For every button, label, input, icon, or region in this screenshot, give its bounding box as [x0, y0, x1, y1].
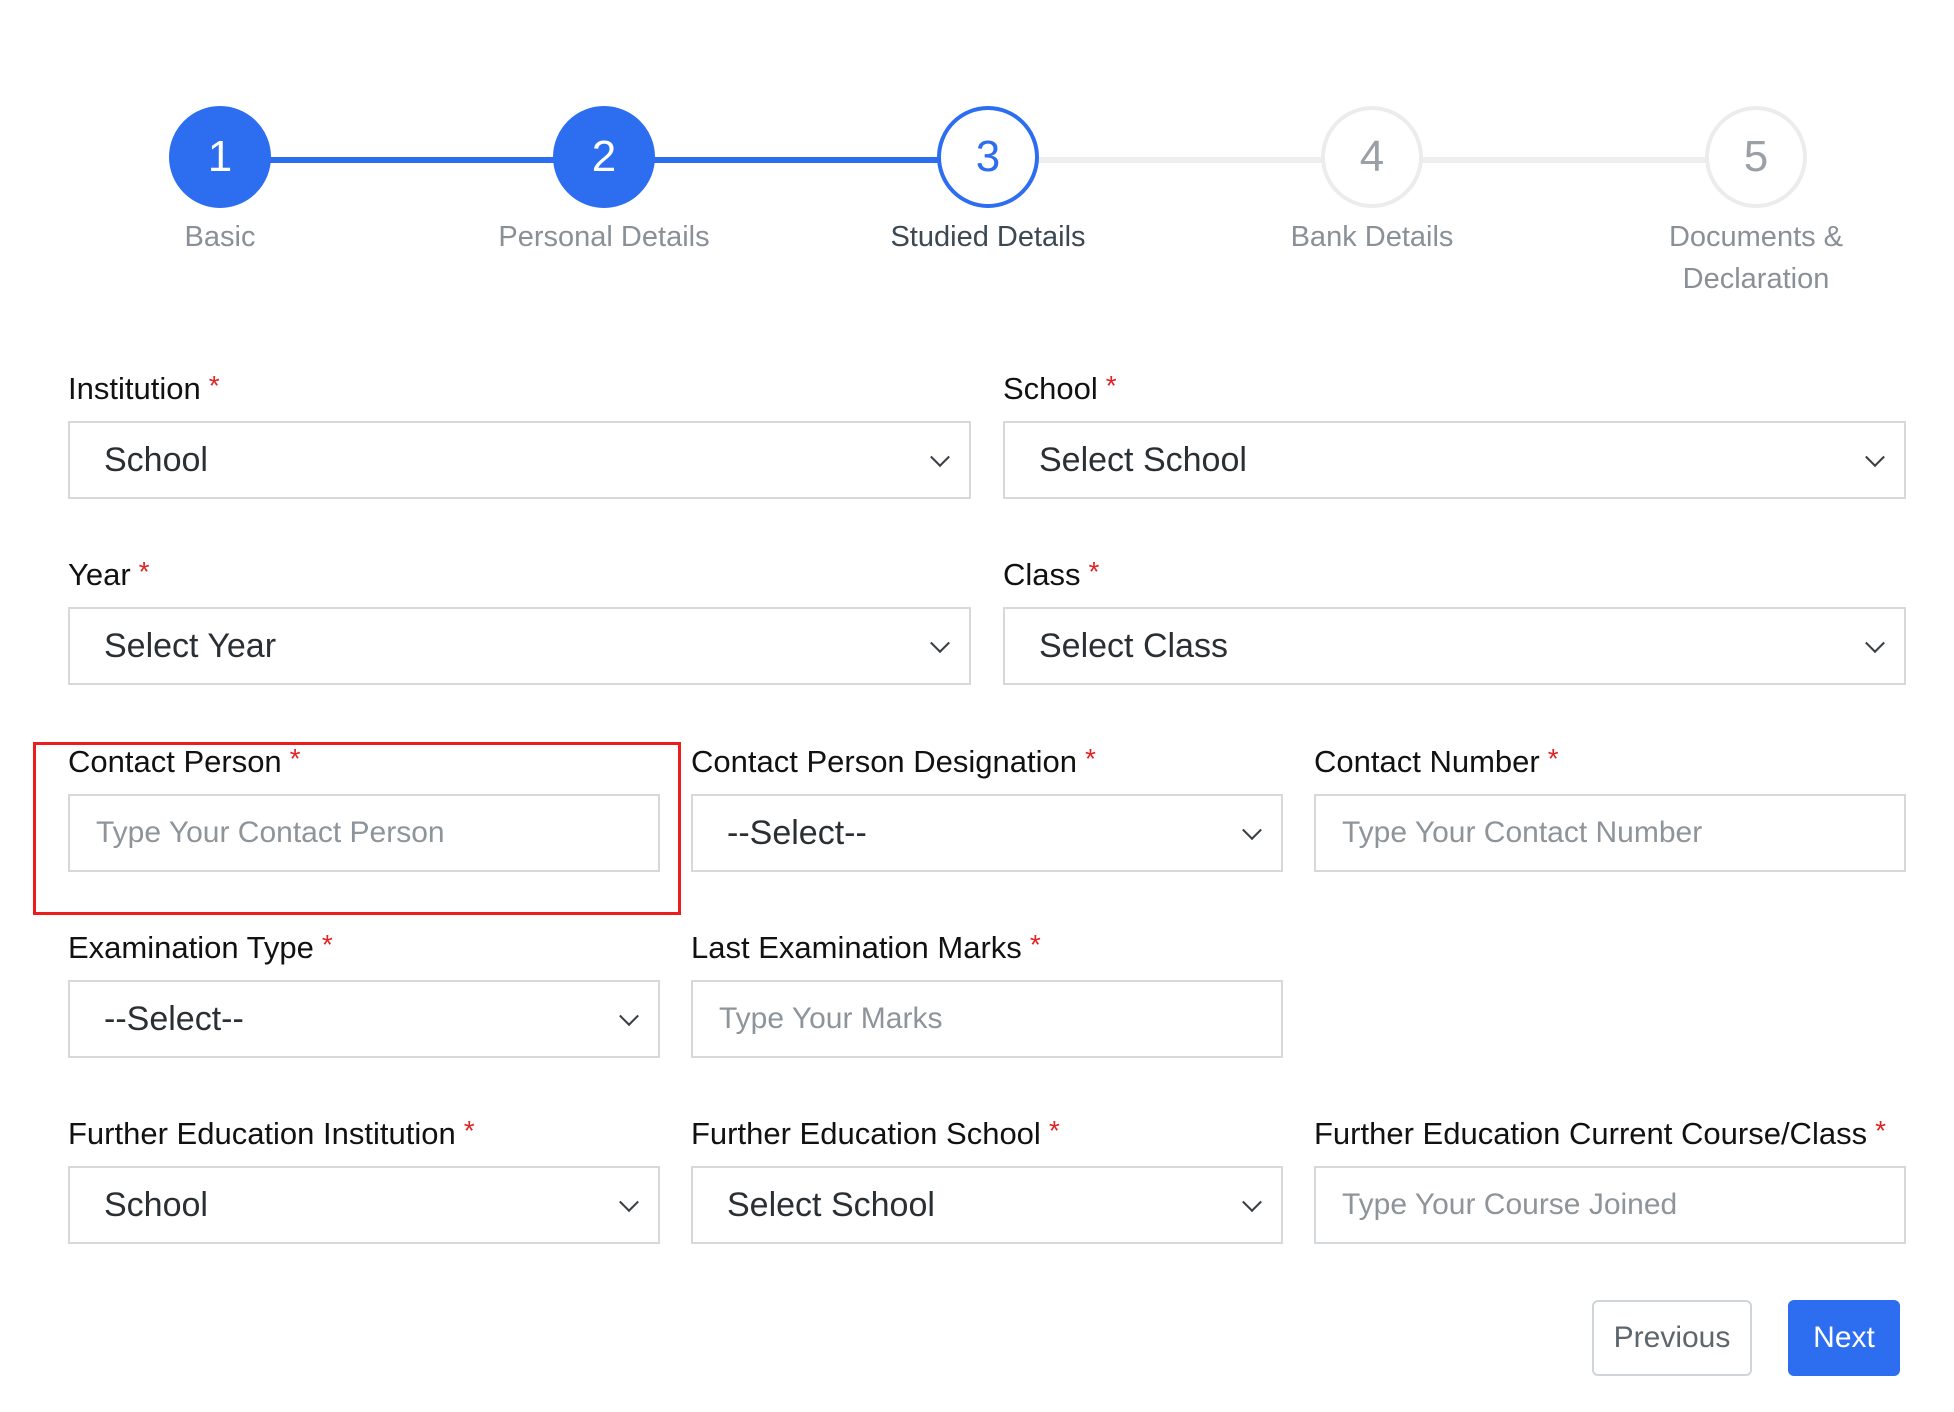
required-marker: * [1029, 929, 1041, 960]
chevron-down-icon [1242, 1192, 1262, 1213]
further-education-institution-select-value: School [104, 1185, 208, 1224]
step-number: 1 [169, 106, 271, 208]
school-select-value: Select School [1039, 440, 1247, 479]
contact-number-field: Contact Number * [1314, 742, 1906, 877]
school-select[interactable]: Select School [1003, 421, 1906, 499]
school-field: School * Select School [1003, 369, 1906, 504]
contact-number-input[interactable] [1314, 794, 1906, 872]
school-label: School * [1003, 370, 1117, 406]
further-education-school-select[interactable]: Select School [691, 1166, 1283, 1244]
further-education-course-label: Further Education Current Course/Class * [1314, 1115, 1886, 1151]
chevron-down-icon [619, 1192, 639, 1213]
chevron-down-icon [1865, 633, 1885, 654]
contact-person-designation-field: Contact Person Designation * --Select-- [691, 742, 1283, 877]
contact-person-input[interactable] [68, 794, 660, 872]
next-button[interactable]: Next [1788, 1300, 1900, 1376]
chevron-down-icon [1242, 820, 1262, 841]
examination-type-select[interactable]: --Select-- [68, 980, 660, 1058]
year-select[interactable]: Select Year [68, 607, 971, 685]
further-education-school-field: Further Education School * Select School [691, 1114, 1283, 1249]
required-marker: * [1048, 1115, 1060, 1146]
class-select-value: Select Class [1039, 626, 1228, 665]
contact-person-designation-select[interactable]: --Select-- [691, 794, 1283, 872]
class-field: Class * Select Class [1003, 555, 1906, 690]
step-bank-details[interactable]: 4 Bank Details [1182, 106, 1562, 258]
step-label: Documents & Declaration [1668, 221, 1844, 295]
required-marker: * [1105, 370, 1117, 401]
step-studied-details[interactable]: 3 Studied Details [798, 106, 1178, 258]
contact-person-designation-select-value: --Select-- [727, 813, 867, 852]
examination-type-select-value: --Select-- [104, 999, 244, 1038]
chevron-down-icon [930, 447, 950, 468]
required-marker: * [463, 1115, 475, 1146]
last-examination-marks-field: Last Examination Marks * [691, 928, 1283, 1063]
step-label: Basic [184, 221, 256, 253]
chevron-down-icon [930, 633, 950, 654]
institution-field: Institution * School [68, 369, 971, 504]
step-number: 2 [553, 106, 655, 208]
required-marker: * [289, 743, 301, 774]
contact-person-designation-label: Contact Person Designation * [691, 743, 1096, 779]
required-marker: * [1085, 743, 1096, 774]
further-education-institution-label: Further Education Institution * [68, 1115, 475, 1151]
further-education-institution-field: Further Education Institution * School [68, 1114, 660, 1249]
chevron-down-icon [619, 1006, 639, 1027]
institution-select[interactable]: School [68, 421, 971, 499]
chevron-down-icon [1865, 447, 1885, 468]
last-examination-marks-input[interactable] [691, 980, 1283, 1058]
year-field: Year * Select Year [68, 555, 971, 690]
step-label: Personal Details [498, 221, 710, 253]
required-marker: * [1547, 743, 1559, 774]
year-label: Year * [68, 556, 150, 592]
step-number: 3 [937, 106, 1039, 208]
step-documents-declaration[interactable]: 5 Documents & Declaration [1636, 106, 1876, 300]
further-education-school-select-value: Select School [727, 1185, 935, 1224]
required-marker: * [1088, 556, 1100, 587]
required-marker: * [138, 556, 150, 587]
examination-type-label: Examination Type * [68, 929, 333, 965]
further-education-course-field: Further Education Current Course/Class * [1314, 1114, 1906, 1249]
last-examination-marks-label: Last Examination Marks * [691, 929, 1041, 965]
step-label: Studied Details [890, 221, 1086, 253]
required-marker: * [1875, 1115, 1886, 1146]
step-number: 4 [1321, 106, 1423, 208]
further-education-school-label: Further Education School * [691, 1115, 1060, 1151]
year-select-value: Select Year [104, 626, 277, 665]
step-basic[interactable]: 1 Basic [30, 106, 410, 258]
examination-type-field: Examination Type * --Select-- [68, 928, 660, 1063]
previous-button[interactable]: Previous [1592, 1300, 1752, 1376]
class-select[interactable]: Select Class [1003, 607, 1906, 685]
further-education-course-input[interactable] [1314, 1166, 1906, 1244]
contact-person-label: Contact Person * [68, 743, 301, 779]
contact-number-label: Contact Number * [1314, 743, 1559, 779]
contact-person-field: Contact Person * [68, 742, 660, 877]
further-education-institution-select[interactable]: School [68, 1166, 660, 1244]
progress-stepper: 1 Basic 2 Personal Details 3 Studied Det… [0, 0, 1954, 320]
required-marker: * [321, 929, 333, 960]
step-number: 5 [1705, 106, 1807, 208]
step-label: Bank Details [1290, 221, 1454, 253]
institution-label: Institution * [68, 370, 220, 406]
required-marker: * [208, 370, 220, 401]
class-label: Class * [1003, 556, 1100, 592]
step-personal-details[interactable]: 2 Personal Details [414, 106, 794, 258]
institution-select-value: School [104, 440, 208, 479]
